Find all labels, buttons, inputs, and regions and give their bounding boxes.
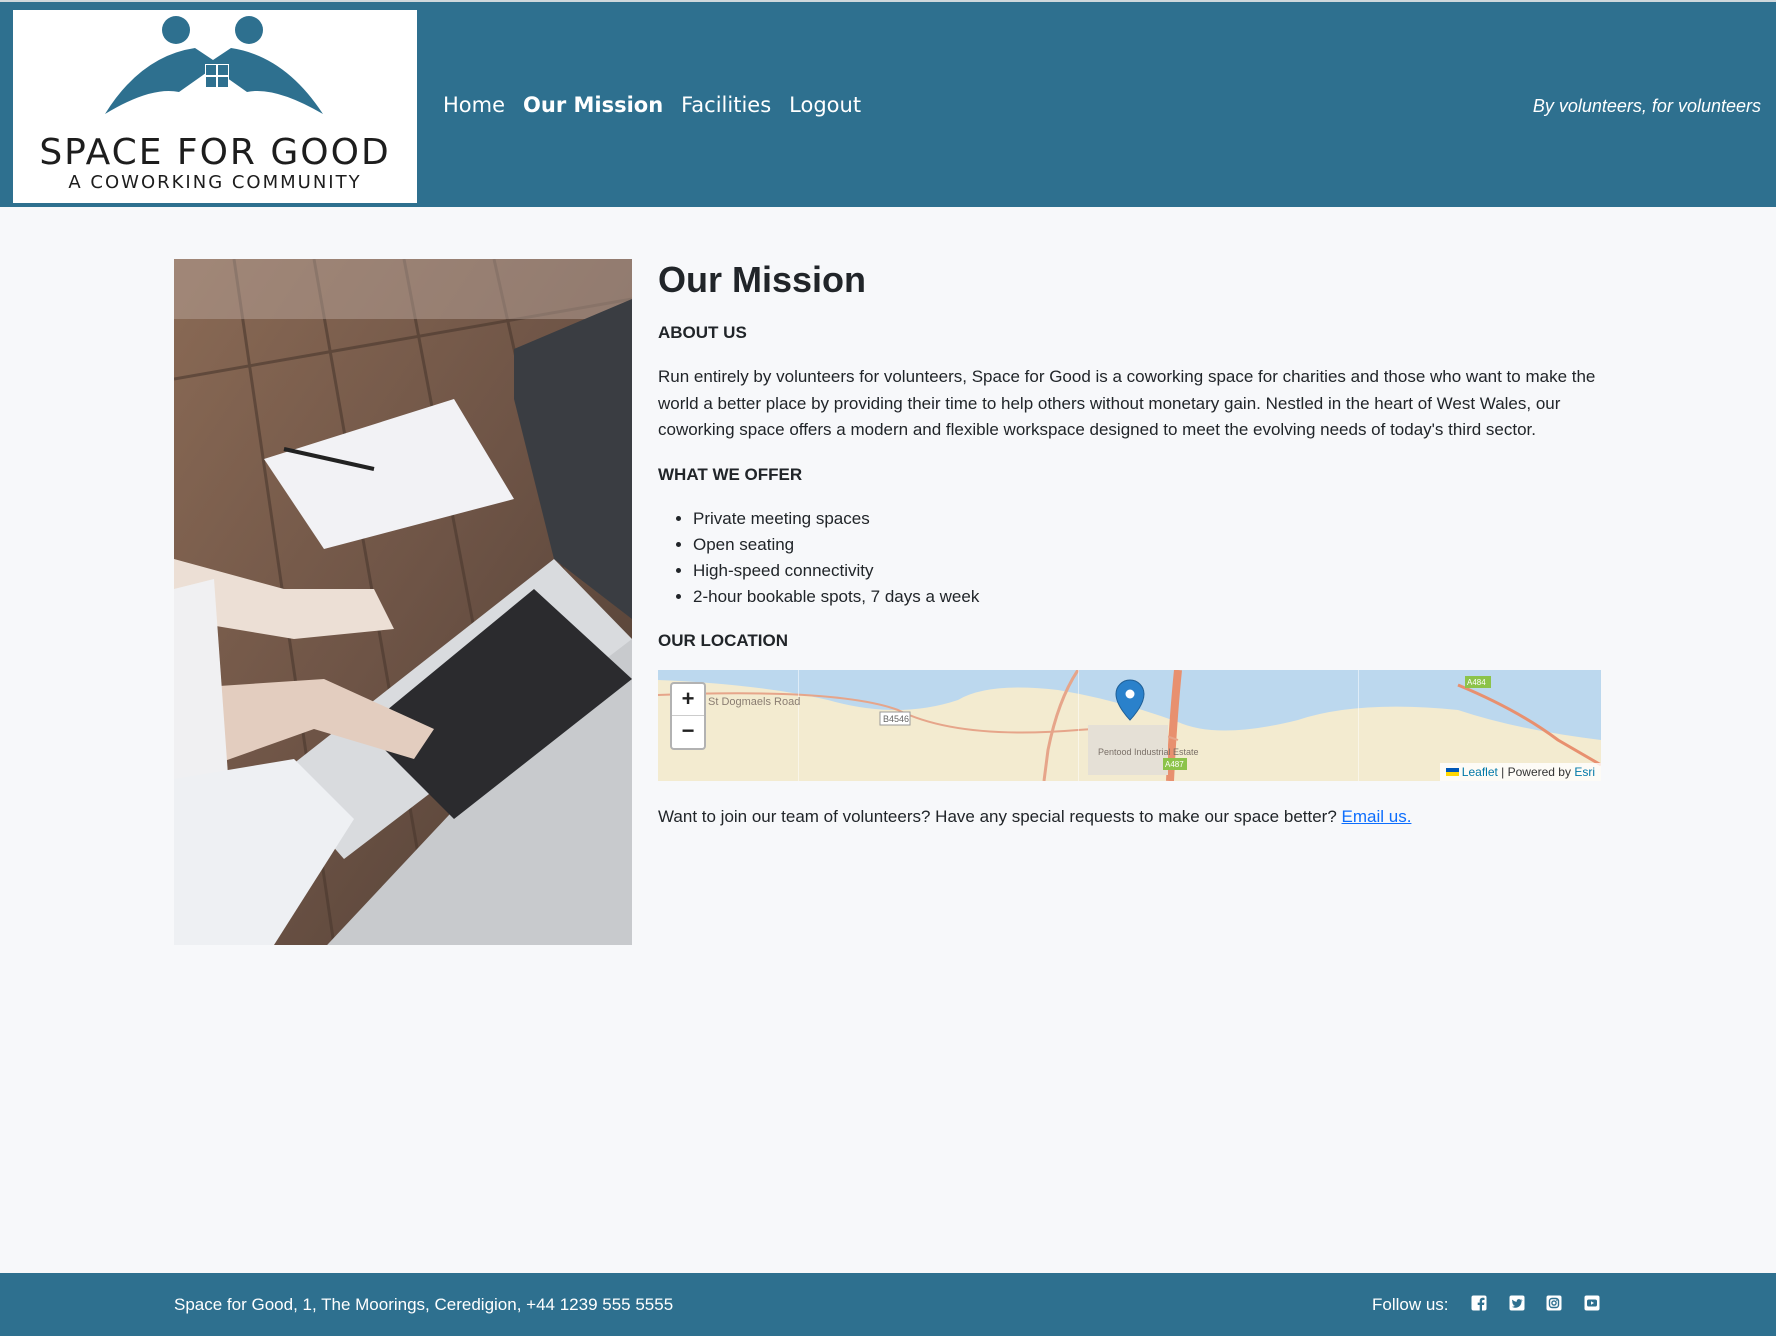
logo-subtitle: A COWORKING COMMUNITY (68, 172, 362, 193)
nav-facilities[interactable]: Facilities (681, 93, 771, 117)
about-heading: ABOUT US (658, 323, 747, 342)
leaflet-link[interactable]: Leaflet (1462, 765, 1498, 779)
logo-title: SPACE FOR GOOD (39, 132, 391, 173)
ukraine-flag-icon (1445, 768, 1459, 777)
attribution-separator: | Powered by (1497, 764, 1575, 779)
list-item: Private meeting spaces (693, 506, 1601, 532)
join-text: Want to join our team of volunteers? Hav… (658, 806, 1342, 826)
site-tagline: By volunteers, for volunteers (1532, 96, 1761, 116)
map-label-b4546: B4546 (883, 714, 909, 724)
main-content: Our Mission ABOUT US Run entirely by vol… (658, 258, 1601, 829)
hero-image (174, 259, 632, 945)
about-text: Run entirely by volunteers for volunteer… (658, 367, 1596, 439)
nav-our-mission[interactable]: Our Mission (523, 93, 663, 117)
site-logo[interactable]: SPACE FOR GOOD A COWORKING COMMUNITY (13, 10, 417, 203)
offer-heading: WHAT WE OFFER (658, 464, 803, 484)
map-label-a484: A484 (1467, 678, 1486, 687)
location-map[interactable]: St Dogmaels Road B4546 Pentood Industria… (658, 669, 1601, 781)
laptop-photo-icon (174, 259, 632, 945)
map-zoom-control: + − (670, 681, 706, 750)
nav-logout[interactable]: Logout (789, 93, 861, 117)
instagram-icon[interactable] (1546, 1295, 1562, 1311)
list-item: 2-hour bookable spots, 7 days a week (693, 584, 1601, 610)
join-paragraph: Want to join our team of volunteers? Hav… (658, 805, 1601, 829)
list-item: Open seating (693, 532, 1601, 558)
list-item: High-speed connectivity (693, 558, 1601, 584)
facebook-icon[interactable] (1471, 1295, 1487, 1311)
zoom-out-button[interactable]: − (672, 716, 704, 748)
footer-address: Space for Good, 1, The Moorings, Ceredig… (174, 1295, 674, 1314)
follow-label: Follow us: (1372, 1295, 1449, 1314)
page-title: Our Mission (658, 259, 867, 300)
map-attribution: Leaflet | Powered by Esri (1439, 762, 1601, 781)
offer-list: Private meeting spaces Open seating High… (658, 506, 1601, 610)
map-label-estate: Pentood Industrial Estate (1098, 747, 1199, 757)
esri-link[interactable]: Esri (1574, 765, 1595, 779)
youtube-icon[interactable] (1584, 1295, 1600, 1311)
main-nav: Home Our Mission Facilities Logout (443, 93, 861, 117)
twitter-icon[interactable] (1509, 1295, 1525, 1311)
zoom-in-button[interactable]: + (672, 684, 704, 716)
site-header: SPACE FOR GOOD A COWORKING COMMUNITY Hom… (0, 0, 1776, 207)
map-label-a487: A487 (1165, 760, 1184, 769)
email-us-link[interactable]: Email us. (1342, 807, 1412, 826)
site-footer: Space for Good, 1, The Moorings, Ceredig… (0, 1273, 1776, 1336)
location-heading: OUR LOCATION (658, 630, 789, 650)
nav-home[interactable]: Home (443, 93, 505, 117)
map-label-road1: St Dogmaels Road (708, 696, 800, 708)
